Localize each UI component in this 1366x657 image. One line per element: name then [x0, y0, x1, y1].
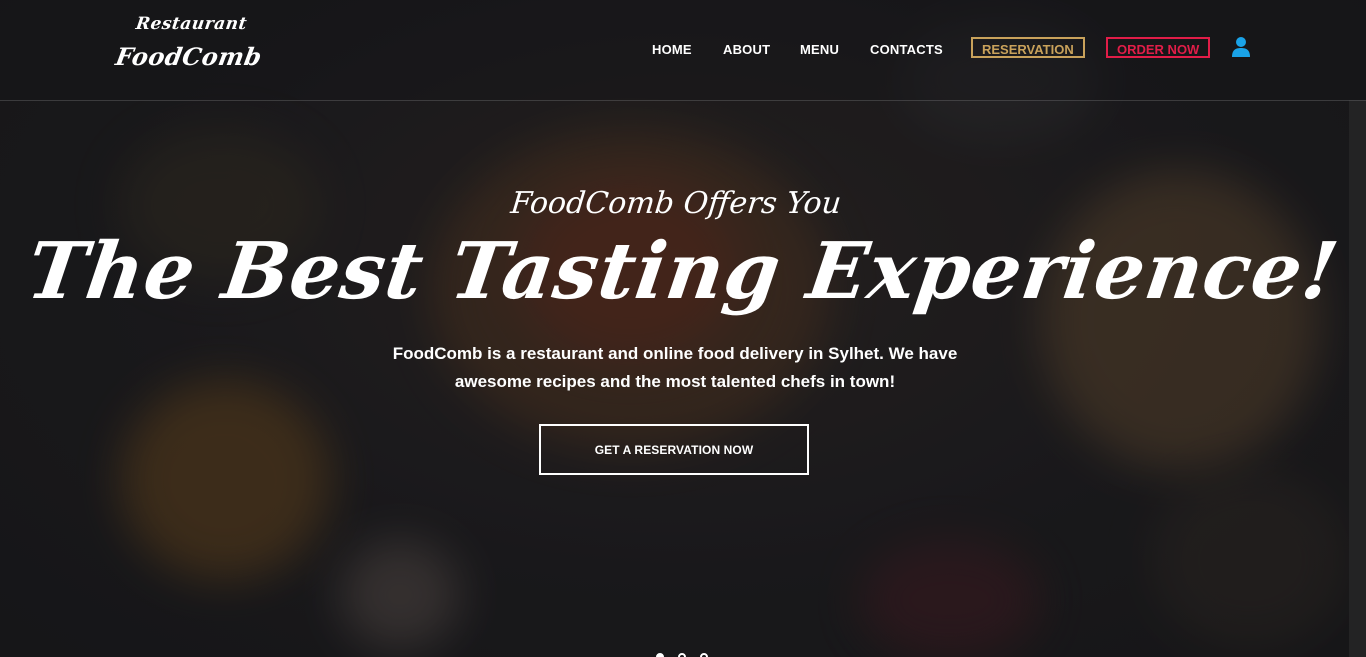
main-menu: HOME ABOUT MENU CONTACTS RESERVATION ORD… — [0, 37, 1366, 63]
hero-title: The Best Tasting Experience! — [21, 226, 1345, 317]
order-now-button[interactable]: ORDER NOW — [1106, 37, 1211, 58]
get-reservation-button[interactable]: GET A RESERVATION NOW — [539, 424, 809, 475]
carousel-dot-3[interactable] — [700, 653, 708, 657]
page-edge-strip — [1349, 100, 1366, 657]
nav-home-link[interactable]: HOME — [652, 42, 692, 57]
carousel-indicators — [655, 653, 715, 657]
hero-kicker: FoodComb Offers You — [509, 186, 843, 221]
carousel-dot-1[interactable] — [656, 653, 664, 657]
top-navbar: Restaurant FoodComb HOME ABOUT MENU CONT… — [0, 0, 1366, 101]
nav-about-link[interactable]: ABOUT — [723, 42, 770, 57]
user-icon[interactable] — [1231, 36, 1251, 58]
hero-description: FoodComb is a restaurant and online food… — [392, 344, 958, 391]
brand-logo-top: Restaurant — [134, 14, 249, 34]
carousel-dot-2[interactable] — [678, 653, 686, 657]
nav-menu-link[interactable]: MENU — [800, 42, 839, 57]
reservation-button[interactable]: RESERVATION — [971, 37, 1085, 58]
nav-contacts-link[interactable]: CONTACTS — [870, 42, 943, 57]
